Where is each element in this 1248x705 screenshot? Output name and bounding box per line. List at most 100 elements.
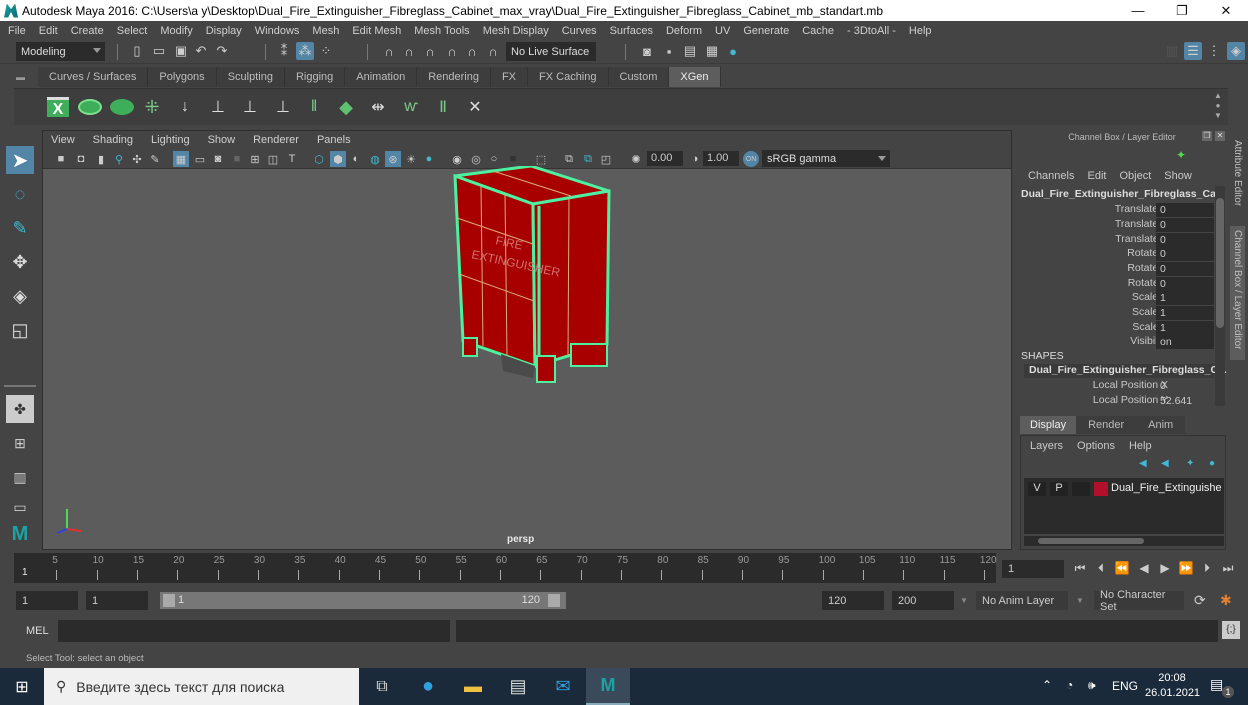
scrollbar-thumb[interactable] — [1216, 198, 1224, 328]
xgen-preview-icon[interactable] — [76, 92, 104, 122]
xgen-length-icon[interactable]: ⇹ — [364, 92, 392, 122]
xray-joints-icon[interactable]: ◰ — [598, 151, 614, 167]
layer-color-swatch[interactable] — [1094, 482, 1108, 496]
shelf-tab-animation[interactable]: Animation — [345, 67, 418, 87]
mail-icon[interactable]: ✉ — [541, 668, 585, 705]
layer-tab-display[interactable]: Display — [1020, 416, 1077, 434]
channel-value[interactable]: 0 — [1156, 247, 1214, 261]
gamma-field[interactable]: 1.00 — [703, 151, 739, 166]
range-end-handle[interactable] — [548, 594, 560, 607]
shelf-tab-sculpting[interactable]: Sculpting — [216, 67, 285, 87]
close-button[interactable]: ✕ — [1204, 0, 1248, 21]
channel-rotate-y[interactable]: Rotate Y0 — [1016, 262, 1228, 277]
motion-blur-icon[interactable]: ◎ — [468, 151, 484, 167]
exposure-field[interactable]: 0.00 — [647, 151, 683, 166]
shelf-menu-icon[interactable]: ▬ — [16, 72, 28, 82]
channel-value[interactable]: 0 — [1156, 218, 1214, 232]
go-to-end-icon[interactable]: ⏭ — [1220, 560, 1236, 576]
menu-display[interactable]: Display — [206, 25, 242, 37]
channel-visibility[interactable]: Visibility on — [1016, 335, 1228, 350]
channel-scale-z[interactable]: Scale Z1 — [1016, 321, 1228, 336]
textured-icon[interactable]: ⊛ — [385, 151, 401, 167]
scrollbar-thumb[interactable] — [1038, 538, 1144, 544]
play-forwards-icon[interactable]: ▶ — [1157, 560, 1173, 576]
single-view-layout-icon[interactable]: ✤ — [6, 395, 34, 423]
xgen-x-icon[interactable]: X — [44, 92, 72, 122]
render-settings-icon[interactable]: ▦ — [703, 42, 721, 60]
channel-value[interactable]: 0 — [1156, 233, 1214, 247]
vp-menu-renderer[interactable]: Renderer — [253, 134, 299, 146]
menu-mesh-tools[interactable]: Mesh Tools — [414, 25, 469, 37]
bookmark-icon[interactable]: ▮ — [93, 151, 109, 167]
volume-icon[interactable]: 🕪 — [1088, 678, 1096, 693]
channel-scale-x[interactable]: Scale X1 — [1016, 291, 1228, 306]
render-view-icon[interactable]: ◙ — [638, 42, 656, 60]
float-panel-icon[interactable]: ❐ — [1202, 131, 1212, 141]
cb-menu-object[interactable]: Object — [1119, 170, 1151, 182]
film-gate-icon[interactable]: ▭ — [192, 151, 208, 167]
xgen-add-guides-icon[interactable]: ⁜ — [138, 92, 166, 122]
menu-generate[interactable]: Generate — [743, 25, 789, 37]
vp-menu-show[interactable]: Show — [208, 134, 236, 146]
move-tool-icon[interactable]: ✥ — [6, 248, 34, 276]
snap-curve-icon[interactable]: ∩ — [400, 42, 418, 60]
microsoft-store-icon[interactable]: ▤ — [496, 668, 540, 705]
menu-create[interactable]: Create — [71, 25, 104, 37]
new-scene-icon[interactable]: ▯ — [128, 42, 146, 60]
tool-settings-toggle-icon[interactable]: ⋮ — [1205, 42, 1223, 60]
cb-menu-edit[interactable]: Edit — [1087, 170, 1106, 182]
shape-name[interactable]: Dual_Fire_Extinguisher_Fibreglass_C... — [1024, 364, 1227, 378]
snap-view-icon[interactable]: ∩ — [443, 42, 461, 60]
shelf-tab-xgen[interactable]: XGen — [669, 67, 721, 87]
snap-surface-icon[interactable]: ∩ — [463, 42, 481, 60]
fire-cabinet-model[interactable]: FIRE EXTINGUISHER — [443, 166, 623, 396]
use-default-material-icon[interactable]: ◐ — [348, 151, 364, 167]
cb-menu-channels[interactable]: Channels — [1028, 170, 1074, 182]
step-forward-frame-icon[interactable]: ⏵ — [1199, 560, 1215, 576]
scale-tool-icon[interactable]: ◱ — [6, 316, 34, 344]
menu-uv[interactable]: UV — [715, 25, 730, 37]
safe-action-icon[interactable]: ◫ — [265, 151, 281, 167]
shadows-icon[interactable]: ● — [421, 151, 437, 167]
smooth-shade-icon[interactable]: ⬢ — [330, 151, 346, 167]
edge-browser-icon[interactable]: ● — [406, 668, 450, 705]
xgen-lock-guide-icon[interactable]: ⊥ — [269, 92, 297, 122]
menuset-dropdown[interactable]: Modeling — [16, 42, 105, 61]
script-editor-icon[interactable]: {;} — [1222, 621, 1240, 639]
hypershade-icon[interactable]: ● — [724, 42, 742, 60]
taskbar-search-box[interactable]: ⚲ Введите здесь текст для поиска — [44, 668, 359, 705]
channel-translate-y[interactable]: Translate Y0 — [1016, 218, 1228, 233]
menu-modify[interactable]: Modify — [160, 25, 192, 37]
use-all-lights-icon[interactable]: ☀ — [403, 151, 419, 167]
channel-translate-x[interactable]: Translate X0 — [1016, 203, 1228, 218]
menu-edit[interactable]: Edit — [39, 25, 58, 37]
end-time-field[interactable]: 200 — [892, 591, 954, 610]
time-slider[interactable]: 1 5 10 15 20 25 30 35 40 45 50 55 60 65 70 75 80 85 90 95 1… — [14, 553, 997, 583]
wireframe-on-shaded-icon[interactable]: ◍ — [367, 151, 383, 167]
menu-windows[interactable]: Windows — [255, 25, 300, 37]
layer-menu-help[interactable]: Help — [1129, 440, 1152, 452]
channel-translate-z[interactable]: Translate Z0 — [1016, 233, 1228, 248]
shelf-tab-custom[interactable]: Custom — [608, 67, 670, 87]
network-icon[interactable]: ◔ — [1066, 678, 1073, 692]
safe-title-icon[interactable]: T — [284, 151, 300, 167]
shape-local-position-x[interactable]: Local Position X0 — [1016, 379, 1228, 394]
move-layer-down-icon[interactable]: ◀ — [1161, 458, 1169, 469]
xgen-show-guide-icon[interactable]: ⊥ — [236, 92, 264, 122]
menu-mesh[interactable]: Mesh — [312, 25, 339, 37]
layer-menu-options[interactable]: Options — [1077, 440, 1115, 452]
go-to-start-icon[interactable]: ⏮ — [1072, 560, 1088, 576]
layer-display-type-toggle[interactable] — [1072, 482, 1090, 496]
playback-end-field[interactable]: 120 — [822, 591, 884, 610]
shelf-tab-fx[interactable]: FX — [490, 67, 529, 87]
menu-edit-mesh[interactable]: Edit Mesh — [352, 25, 401, 37]
cb-menu-show[interactable]: Show — [1164, 170, 1192, 182]
menu-surfaces[interactable]: Surfaces — [610, 25, 653, 37]
minimize-button[interactable]: — — [1116, 0, 1160, 21]
range-slider[interactable]: 1 120 — [160, 592, 566, 609]
menu-select[interactable]: Select — [117, 25, 148, 37]
xray-active-components-icon[interactable]: ⧉ — [580, 151, 596, 167]
modeling-toolkit-icon[interactable]: ▥ — [1163, 42, 1181, 60]
xray-icon[interactable]: ⧉ — [561, 151, 577, 167]
start-time-field[interactable]: 1 — [16, 591, 78, 610]
